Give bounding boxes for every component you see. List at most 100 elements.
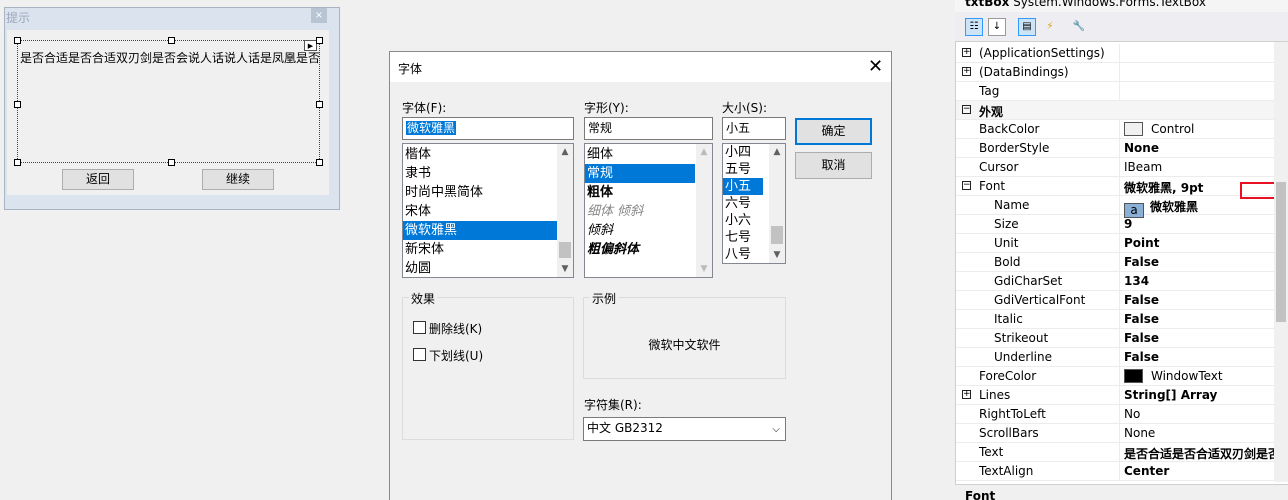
property-row[interactable]: + (ApplicationSettings) bbox=[956, 44, 1274, 63]
property-value[interactable]: String[] Array bbox=[1124, 388, 1217, 402]
list-item[interactable]: 七号 bbox=[723, 229, 763, 246]
expand-icon[interactable]: + bbox=[962, 67, 971, 76]
back-button[interactable]: 返回 bbox=[62, 169, 134, 190]
scroll-up-icon[interactable]: ▲ bbox=[769, 144, 785, 160]
scroll-thumb[interactable] bbox=[1276, 182, 1286, 322]
strikeout-label[interactable]: 删除线(K) bbox=[429, 320, 482, 337]
font-style-input[interactable]: 常规 bbox=[584, 117, 713, 140]
font-name-input[interactable]: 微软雅黑 bbox=[402, 117, 574, 140]
list-item-selected[interactable]: 常规 bbox=[585, 164, 695, 183]
expand-icon[interactable]: + bbox=[962, 48, 971, 57]
ok-button[interactable]: 确定 bbox=[795, 118, 872, 145]
list-item[interactable]: 细体 bbox=[585, 145, 695, 164]
property-value[interactable]: None bbox=[1124, 426, 1155, 440]
property-value[interactable]: None bbox=[1124, 141, 1159, 155]
list-item[interactable]: 粗体 bbox=[585, 183, 695, 202]
property-value[interactable]: False bbox=[1124, 255, 1159, 269]
property-row[interactable]: Text 是否合适是否合适双刃剑是否 bbox=[956, 443, 1280, 462]
property-row[interactable]: Underline False bbox=[956, 348, 1274, 367]
property-value[interactable]: Control bbox=[1124, 122, 1194, 136]
list-item[interactable]: 六号 bbox=[723, 195, 763, 212]
expand-icon[interactable]: + bbox=[962, 390, 971, 399]
strikeout-checkbox[interactable] bbox=[413, 321, 426, 334]
list-item[interactable]: 八号 bbox=[723, 246, 763, 263]
property-row[interactable]: − Font 微软雅黑, 9pt bbox=[956, 177, 1274, 196]
list-item[interactable]: 宋体 bbox=[403, 202, 573, 221]
property-row[interactable]: ScrollBars None bbox=[956, 424, 1274, 443]
scroll-down-icon[interactable]: ▼ bbox=[769, 247, 785, 263]
property-value[interactable]: 134 bbox=[1124, 274, 1149, 288]
collapse-icon[interactable]: − bbox=[962, 105, 971, 114]
list-item[interactable]: 幼圆 bbox=[403, 259, 573, 277]
font-style-list[interactable]: 细体 常规 粗体 细体 倾斜 倾斜 粗偏斜体 ▲ ▼ bbox=[584, 143, 713, 278]
list-item[interactable]: 粗偏斜体 bbox=[585, 240, 695, 259]
property-row[interactable]: Italic False bbox=[956, 310, 1274, 329]
property-value[interactable]: IBeam bbox=[1124, 160, 1162, 174]
charset-select[interactable]: 中文 GB2312 ⌵ bbox=[583, 417, 786, 441]
list-item[interactable]: 新宋体 bbox=[403, 240, 573, 259]
resize-handle[interactable] bbox=[14, 101, 21, 108]
property-pages-icon[interactable]: 🔧 bbox=[1070, 18, 1088, 36]
scroll-down-icon[interactable]: ▼ bbox=[696, 261, 712, 277]
font-size-input[interactable]: 小五 bbox=[722, 117, 786, 140]
list-item[interactable]: 细体 倾斜 bbox=[585, 202, 695, 221]
list-item[interactable]: 五号 bbox=[723, 161, 763, 178]
property-value[interactable]: 微软雅黑, 9pt bbox=[1124, 179, 1203, 196]
resize-handle[interactable] bbox=[14, 159, 21, 166]
property-row[interactable]: + Lines String[] Array bbox=[956, 386, 1274, 405]
list-item[interactable]: 小六 bbox=[723, 212, 763, 229]
property-value[interactable]: No bbox=[1124, 407, 1140, 421]
events-icon[interactable]: ⚡ bbox=[1041, 18, 1059, 36]
list-item[interactable]: 小四 bbox=[723, 144, 763, 161]
scroll-down-icon[interactable]: ▼ bbox=[557, 261, 573, 277]
property-row[interactable]: Cursor IBeam bbox=[956, 158, 1274, 177]
resize-handle[interactable] bbox=[316, 159, 323, 166]
property-value[interactable]: False bbox=[1124, 331, 1159, 345]
resize-handle[interactable] bbox=[316, 37, 323, 44]
resize-handle[interactable] bbox=[168, 159, 175, 166]
list-item[interactable]: 倾斜 bbox=[585, 221, 695, 240]
property-row[interactable]: − 外观 bbox=[956, 101, 1274, 120]
property-value[interactable]: False bbox=[1124, 350, 1159, 364]
cancel-button[interactable]: 取消 bbox=[795, 152, 872, 179]
underline-checkbox[interactable] bbox=[413, 348, 426, 361]
list-item[interactable]: 楷体 bbox=[403, 145, 573, 164]
list-item-selected[interactable]: 小五 bbox=[723, 178, 763, 195]
scroll-up-icon[interactable]: ▲ bbox=[696, 144, 712, 160]
property-row[interactable]: GdiVerticalFont False bbox=[956, 291, 1274, 310]
categorized-icon[interactable]: ☷ bbox=[965, 18, 983, 36]
property-row[interactable]: Tag bbox=[956, 82, 1274, 101]
property-row[interactable]: TextAlign Center bbox=[956, 462, 1274, 481]
property-row[interactable]: Unit Point bbox=[956, 234, 1274, 253]
resize-handle[interactable] bbox=[14, 37, 21, 44]
property-row[interactable]: ForeColor WindowText bbox=[956, 367, 1274, 386]
property-row[interactable]: Bold False bbox=[956, 253, 1274, 272]
scroll-thumb[interactable] bbox=[771, 226, 783, 244]
property-row[interactable]: GdiCharSet 134 bbox=[956, 272, 1274, 291]
style-list-scrollbar[interactable]: ▲ ▼ bbox=[696, 144, 712, 277]
property-row[interactable]: BackColor Control bbox=[956, 120, 1274, 139]
list-item[interactable]: 时尚中黑简体 bbox=[403, 183, 573, 202]
alphabetical-icon[interactable]: ↓ bbox=[988, 18, 1006, 36]
scroll-up-icon[interactable]: ▲ bbox=[557, 144, 573, 160]
resize-handle[interactable] bbox=[168, 37, 175, 44]
font-name-list[interactable]: 楷体 隶书 时尚中黑简体 宋体 微软雅黑 新宋体 幼圆 ▲ ▼ bbox=[402, 143, 574, 278]
resize-handle[interactable] bbox=[316, 101, 323, 108]
property-value[interactable]: Point bbox=[1124, 236, 1159, 250]
size-list-scrollbar[interactable]: ▲ ▼ bbox=[769, 144, 785, 263]
property-value[interactable]: 9 bbox=[1124, 217, 1132, 231]
font-list-scrollbar[interactable]: ▲ ▼ bbox=[557, 144, 573, 277]
close-icon[interactable]: ✕ bbox=[868, 57, 883, 77]
property-row[interactable]: BorderStyle None bbox=[956, 139, 1274, 158]
property-row[interactable]: Strikeout False bbox=[956, 329, 1274, 348]
property-value[interactable]: False bbox=[1124, 293, 1159, 307]
property-row[interactable]: RightToLeft No bbox=[956, 405, 1274, 424]
font-size-list[interactable]: 小四 五号 小五 六号 小六 七号 八号 ▲ ▼ bbox=[722, 143, 786, 264]
list-item[interactable]: 隶书 bbox=[403, 164, 573, 183]
continue-button[interactable]: 继续 bbox=[202, 169, 274, 190]
underline-label[interactable]: 下划线(U) bbox=[429, 347, 483, 364]
scroll-thumb[interactable] bbox=[559, 242, 571, 258]
property-value[interactable]: 是否合适是否合适双刃剑是否 bbox=[1124, 445, 1280, 462]
property-row[interactable]: + (DataBindings) bbox=[956, 63, 1274, 82]
property-row[interactable]: Size 9 bbox=[956, 215, 1274, 234]
